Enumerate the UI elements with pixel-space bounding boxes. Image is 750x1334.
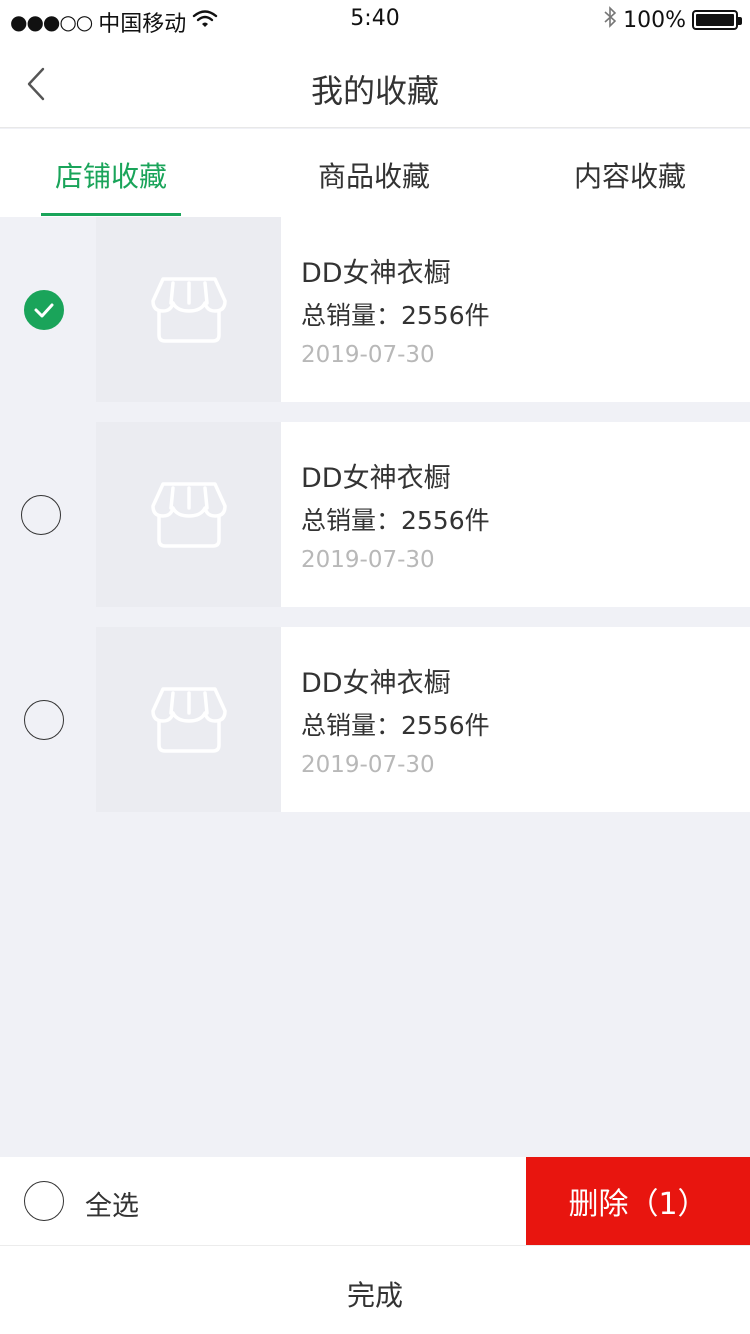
shop-info[interactable]: DD女神衣橱 总销量：2556件 2019-07-30	[281, 627, 750, 812]
done-button[interactable]: 完成	[0, 1274, 750, 1314]
shop-date: 2019-07-30	[301, 547, 435, 573]
select-all-label[interactable]: 全选	[85, 1184, 139, 1223]
done-bar[interactable]: 完成	[0, 1245, 750, 1334]
select-all-checkbox[interactable]	[24, 1181, 64, 1221]
list-item: DD女神衣橱 总销量：2556件 2019-07-30	[0, 217, 750, 402]
bottom-action-bar: 全选 删除（1）	[0, 1157, 750, 1245]
shop-info[interactable]: DD女神衣橱 总销量：2556件 2019-07-30	[281, 422, 750, 607]
battery-icon	[692, 10, 742, 30]
shop-thumbnail[interactable]	[96, 627, 281, 812]
store-icon	[150, 481, 227, 548]
shop-name: DD女神衣橱	[301, 668, 451, 699]
shop-date: 2019-07-30	[301, 342, 435, 368]
status-right: 100%	[603, 6, 742, 34]
shop-info[interactable]: DD女神衣橱 总销量：2556件 2019-07-30	[281, 217, 750, 402]
item-checkbox[interactable]	[24, 700, 64, 740]
checkmark-icon	[34, 303, 54, 318]
shop-name: DD女神衣橱	[301, 463, 451, 494]
shop-thumbnail[interactable]	[96, 422, 281, 607]
store-icon	[150, 276, 227, 343]
shop-sales: 总销量：2556件	[301, 506, 490, 535]
tab-active-indicator	[41, 213, 181, 216]
shop-name: DD女神衣橱	[301, 258, 451, 289]
store-icon	[150, 686, 227, 753]
battery-cap	[738, 17, 742, 25]
bluetooth-icon	[603, 6, 617, 34]
status-bar: ●●●○○ 中国移动 5:40 100%	[0, 0, 750, 40]
item-checkbox[interactable]	[21, 495, 61, 535]
list-item: DD女神衣橱 总销量：2556件 2019-07-30	[0, 627, 750, 812]
battery-fill	[696, 14, 734, 26]
shop-sales: 总销量：2556件	[301, 301, 490, 330]
delete-button[interactable]: 删除（1）	[526, 1157, 750, 1245]
page-title: 我的收藏	[310, 72, 439, 110]
tab-product-favorites[interactable]: 商品收藏	[284, 155, 464, 195]
shop-date: 2019-07-30	[301, 752, 435, 778]
battery-percent: 100%	[623, 7, 686, 33]
tab-bar: 店铺收藏 商品收藏 内容收藏	[0, 129, 750, 217]
nav-bar: 我的收藏	[0, 40, 750, 128]
item-checkbox[interactable]	[24, 290, 64, 330]
shop-thumbnail[interactable]	[96, 217, 281, 402]
tab-content-favorites[interactable]: 内容收藏	[540, 155, 720, 195]
list-item: DD女神衣橱 总销量：2556件 2019-07-30	[0, 422, 750, 607]
tab-store-favorites[interactable]: 店铺收藏	[21, 155, 201, 195]
shop-sales: 总销量：2556件	[301, 711, 490, 740]
